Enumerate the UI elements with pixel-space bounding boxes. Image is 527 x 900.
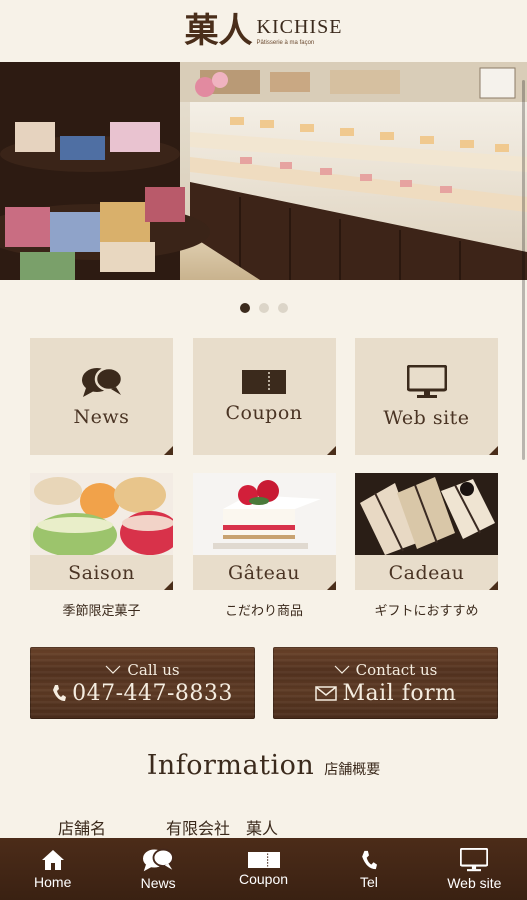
news-tile[interactable]: News [30, 338, 173, 455]
category-captions: 季節限定菓子 こだわり商品 ギフトにおすすめ [30, 600, 498, 619]
mail-form-label: Mail form [342, 680, 457, 706]
ticket-icon [242, 369, 286, 394]
slider-dot-1[interactable] [239, 303, 250, 313]
tile-label: Saison [30, 555, 173, 590]
info-value: 有限会社 菓人 [166, 819, 279, 838]
tab-tel[interactable]: Tel [316, 838, 421, 900]
chat-bubbles-icon [81, 366, 123, 397]
call-number: 047-447-8833 [72, 680, 233, 706]
tab-label: Web site [447, 874, 502, 891]
chevron-down-icon [334, 665, 350, 674]
info-key: 店舗名 [58, 819, 107, 838]
ticket-icon [247, 851, 280, 868]
menu-tiles: News Coupon Web site [30, 338, 498, 455]
call-button[interactable]: Call us 047-447-8833 [30, 647, 255, 719]
home-icon [41, 849, 64, 870]
corner-marker [326, 581, 336, 590]
scrollbar[interactable] [522, 80, 525, 460]
cake-photo [192, 473, 336, 555]
gift-box-photo [355, 473, 498, 555]
tile-label: Coupon [225, 401, 303, 424]
corner-marker [489, 581, 498, 590]
macaron-photo [30, 473, 173, 555]
slider-dot-2[interactable] [258, 303, 269, 313]
cadeau-tile[interactable]: Cadeau [355, 473, 498, 590]
mail-form-button[interactable]: Contact us Mail form [273, 647, 498, 719]
corner-marker [164, 581, 173, 590]
tab-label: Coupon [238, 870, 289, 887]
chat-bubbles-icon [143, 848, 175, 871]
corner-marker [326, 446, 336, 455]
monitor-icon [460, 847, 489, 871]
logo-kanji: 菓人 [184, 11, 253, 51]
logo-name: KICHISE [256, 15, 343, 38]
gateau-tile[interactable]: Gâteau [192, 473, 336, 590]
information-title: Information [146, 750, 315, 781]
phone-icon [53, 685, 67, 701]
phone-icon [362, 850, 377, 869]
slider-dot-3[interactable] [277, 303, 288, 313]
saison-tile[interactable]: Saison [30, 473, 173, 590]
tile-label: News [73, 405, 130, 428]
category-tiles: Saison Gâteau Cadeau [30, 473, 498, 590]
tab-home[interactable]: Home [0, 838, 105, 900]
website-tile[interactable]: Web site [355, 338, 498, 455]
call-small-label: Call us [127, 660, 180, 679]
monitor-icon [406, 364, 447, 398]
shop-interior-photo [0, 62, 527, 280]
tile-label: Cadeau [355, 555, 498, 590]
brand-logo[interactable]: 菓人 KICHISE Pâtisserie à ma façon [185, 14, 343, 48]
logo-tagline: Pâtisserie à ma façon [256, 39, 315, 46]
mail-small-label: Contact us [355, 660, 438, 679]
cadeau-caption: ギフトにおすすめ [374, 604, 479, 619]
tab-label: Home [34, 873, 72, 890]
information-heading: Information 店舗概要 [0, 750, 527, 781]
tab-website[interactable]: Web site [422, 838, 527, 900]
slider-pagination [0, 303, 527, 313]
app-header: 菓人 KICHISE Pâtisserie à ma façon [0, 0, 527, 62]
chevron-down-icon [105, 665, 121, 674]
gateau-caption: こだわり商品 [224, 604, 303, 619]
tab-label: Tel [359, 873, 378, 890]
coupon-tile[interactable]: Coupon [192, 338, 336, 455]
hero-slider-image[interactable] [0, 62, 527, 280]
tile-label: Web site [383, 406, 470, 429]
tab-news[interactable]: News [105, 838, 210, 900]
corner-marker [489, 446, 498, 455]
bottom-tab-bar: Home News Coupon Tel Web site [0, 838, 527, 900]
tab-label: News [140, 874, 176, 891]
envelope-icon [314, 685, 337, 701]
tile-label: Gâteau [192, 555, 336, 590]
tab-coupon[interactable]: Coupon [211, 838, 316, 900]
corner-marker [164, 446, 173, 455]
information-subtitle: 店舗概要 [324, 762, 381, 778]
saison-caption: 季節限定菓子 [62, 604, 141, 619]
info-row: 店舗名 有限会社 菓人 [58, 815, 278, 839]
